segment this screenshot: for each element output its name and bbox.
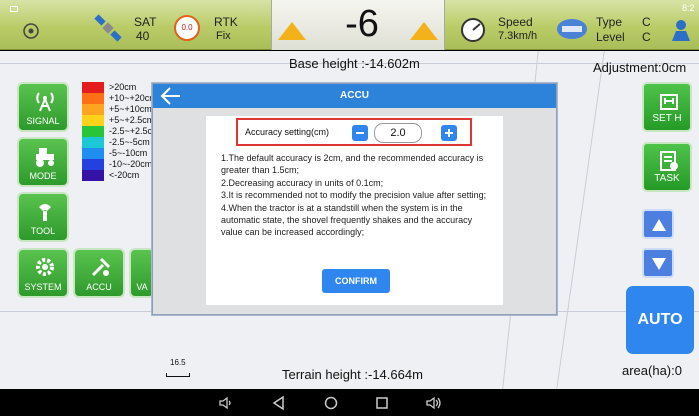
legend-label: -10~-20cm: [109, 159, 153, 169]
right-warning-triangle-icon: [410, 22, 438, 40]
left-warning-triangle-icon: [278, 22, 306, 40]
accu-button-label: ACCU: [86, 282, 112, 292]
level-value: C: [642, 30, 651, 44]
tool-button-label: TOOL: [30, 226, 56, 236]
task-button[interactable]: TASK: [642, 142, 692, 192]
tool-button[interactable]: TOOL: [17, 192, 69, 242]
adjustment-readout: Adjustment:0cm: [593, 60, 687, 75]
tractor-icon: [36, 148, 54, 167]
accuracy-tools-icon: [91, 257, 111, 277]
minus-icon: [356, 132, 364, 134]
legend-swatch: [82, 104, 104, 115]
speed-label: Speed: [498, 15, 533, 29]
rtk-label: RTK: [214, 15, 238, 29]
scroll-down-button[interactable]: [642, 248, 674, 278]
volume-down-icon[interactable]: [218, 395, 234, 411]
accuracy-setting-row: Accuracy setting(cm) 2.0: [236, 118, 472, 146]
system-button-label: SYSTEM: [24, 282, 62, 292]
signal-button[interactable]: SIGNAL: [17, 82, 69, 132]
task-label: TASK: [654, 173, 680, 184]
home-icon[interactable]: [323, 395, 339, 411]
map-grid-line: [556, 51, 605, 389]
legend-label: <-20cm: [109, 170, 140, 180]
sat-label: SAT: [134, 15, 157, 29]
task-icon: [660, 151, 678, 171]
volume-up-icon[interactable]: [426, 395, 442, 411]
legend-swatch: [82, 82, 104, 93]
plus-icon: [445, 129, 453, 137]
mode-button[interactable]: MODE: [17, 137, 69, 187]
accuracy-value-field[interactable]: 2.0: [374, 123, 422, 143]
set-height-icon: [660, 94, 678, 110]
legend-label: >20cm: [109, 82, 137, 92]
rtk-value: Fix: [216, 30, 231, 42]
instruction-item: 4.When the tractor is at a standstill wh…: [221, 202, 473, 238]
triangle-down-icon: [652, 258, 666, 270]
legend-label: +10~+20cm: [109, 93, 157, 103]
scroll-up-button[interactable]: [642, 209, 674, 239]
confirm-button[interactable]: CONFIRM: [322, 269, 390, 293]
type-label: Type: [596, 15, 623, 29]
legend-swatch: [82, 148, 104, 159]
heading-indicator: -6: [271, 0, 445, 50]
base-height-readout: Base height :-14.602m: [289, 56, 420, 71]
level-label: Level: [596, 30, 625, 44]
legend-swatch: [82, 126, 104, 137]
legend-swatch: [82, 93, 104, 104]
dop-gauge-icon: 0.0: [174, 15, 200, 41]
dialog-header: ACCU: [153, 84, 556, 108]
recent-apps-icon[interactable]: [374, 395, 390, 411]
mode-button-label: MODE: [29, 171, 57, 181]
accu-dialog: ACCU Accuracy setting(cm) 2.0 1.The defa…: [152, 83, 557, 315]
sat-value: 40: [136, 29, 150, 43]
legend-label: -5~-10cm: [109, 148, 148, 158]
signal-icon: [36, 92, 54, 112]
scale-line: [166, 373, 190, 377]
accuracy-instructions: 1.The default accuracy is 2cm, and the r…: [221, 152, 496, 239]
legend-label: -2.5~-5cm: [109, 137, 150, 147]
system-notification-icon: [10, 6, 18, 12]
implement-icon: [556, 18, 588, 40]
area-readout: area(ha):0: [622, 363, 682, 378]
status-bar: SAT 40 0.0 RTK Fix -6 Speed 7.3km/h Type…: [0, 0, 699, 50]
triangle-up-icon: [652, 219, 666, 231]
speed-value: 7.3km/h: [498, 30, 538, 42]
app-screen: SAT 40 0.0 RTK Fix -6 Speed 7.3km/h Type…: [0, 0, 699, 416]
accuracy-setting-label: Accuracy setting(cm): [245, 127, 330, 137]
set-h-label: SET H: [652, 113, 682, 124]
legend-swatch: [82, 159, 104, 170]
operator-icon: [670, 18, 692, 42]
decrease-button[interactable]: [352, 125, 368, 141]
set-h-button[interactable]: SET H: [642, 82, 692, 132]
tool-icon: [39, 204, 51, 221]
dop-value: 0.0: [181, 23, 193, 32]
scale-value: 16.5: [170, 358, 186, 367]
legend-label: +5~+2.5cm: [109, 115, 155, 125]
satellite-icon: [92, 12, 124, 44]
legend-swatch: [82, 170, 104, 181]
dialog-title: ACCU: [340, 90, 369, 101]
scale-bar: 16.5: [166, 359, 192, 379]
increase-button[interactable]: [441, 125, 457, 141]
legend-swatch: [82, 115, 104, 126]
system-button[interactable]: SYSTEM: [17, 248, 69, 298]
gear-icon: [36, 258, 54, 276]
android-nav-bar: [0, 389, 699, 416]
legend-swatch: [82, 137, 104, 148]
auto-button[interactable]: AUTO: [626, 286, 694, 354]
speedometer-icon: [458, 16, 488, 42]
accu-button[interactable]: ACCU: [73, 248, 125, 298]
signal-button-label: SIGNAL: [26, 116, 60, 126]
instruction-item: 2.Decreasing accuracy in units of 0.1cm;: [221, 177, 384, 188]
legend-label: +5~+10cm: [109, 104, 152, 114]
instruction-item: 3.It is recommended not to modify the pr…: [221, 190, 487, 201]
gps-target-icon: [22, 22, 40, 40]
instruction-item: 1.The default accuracy is 2cm, and the r…: [221, 153, 484, 176]
type-value: C: [642, 15, 651, 29]
system-clock: 8:2: [682, 3, 695, 13]
heading-value: -6: [345, 3, 379, 45]
va-button-label: VA: [136, 282, 148, 292]
terrain-height-readout: Terrain height :-14.664m: [282, 367, 423, 382]
back-icon[interactable]: [271, 395, 287, 411]
